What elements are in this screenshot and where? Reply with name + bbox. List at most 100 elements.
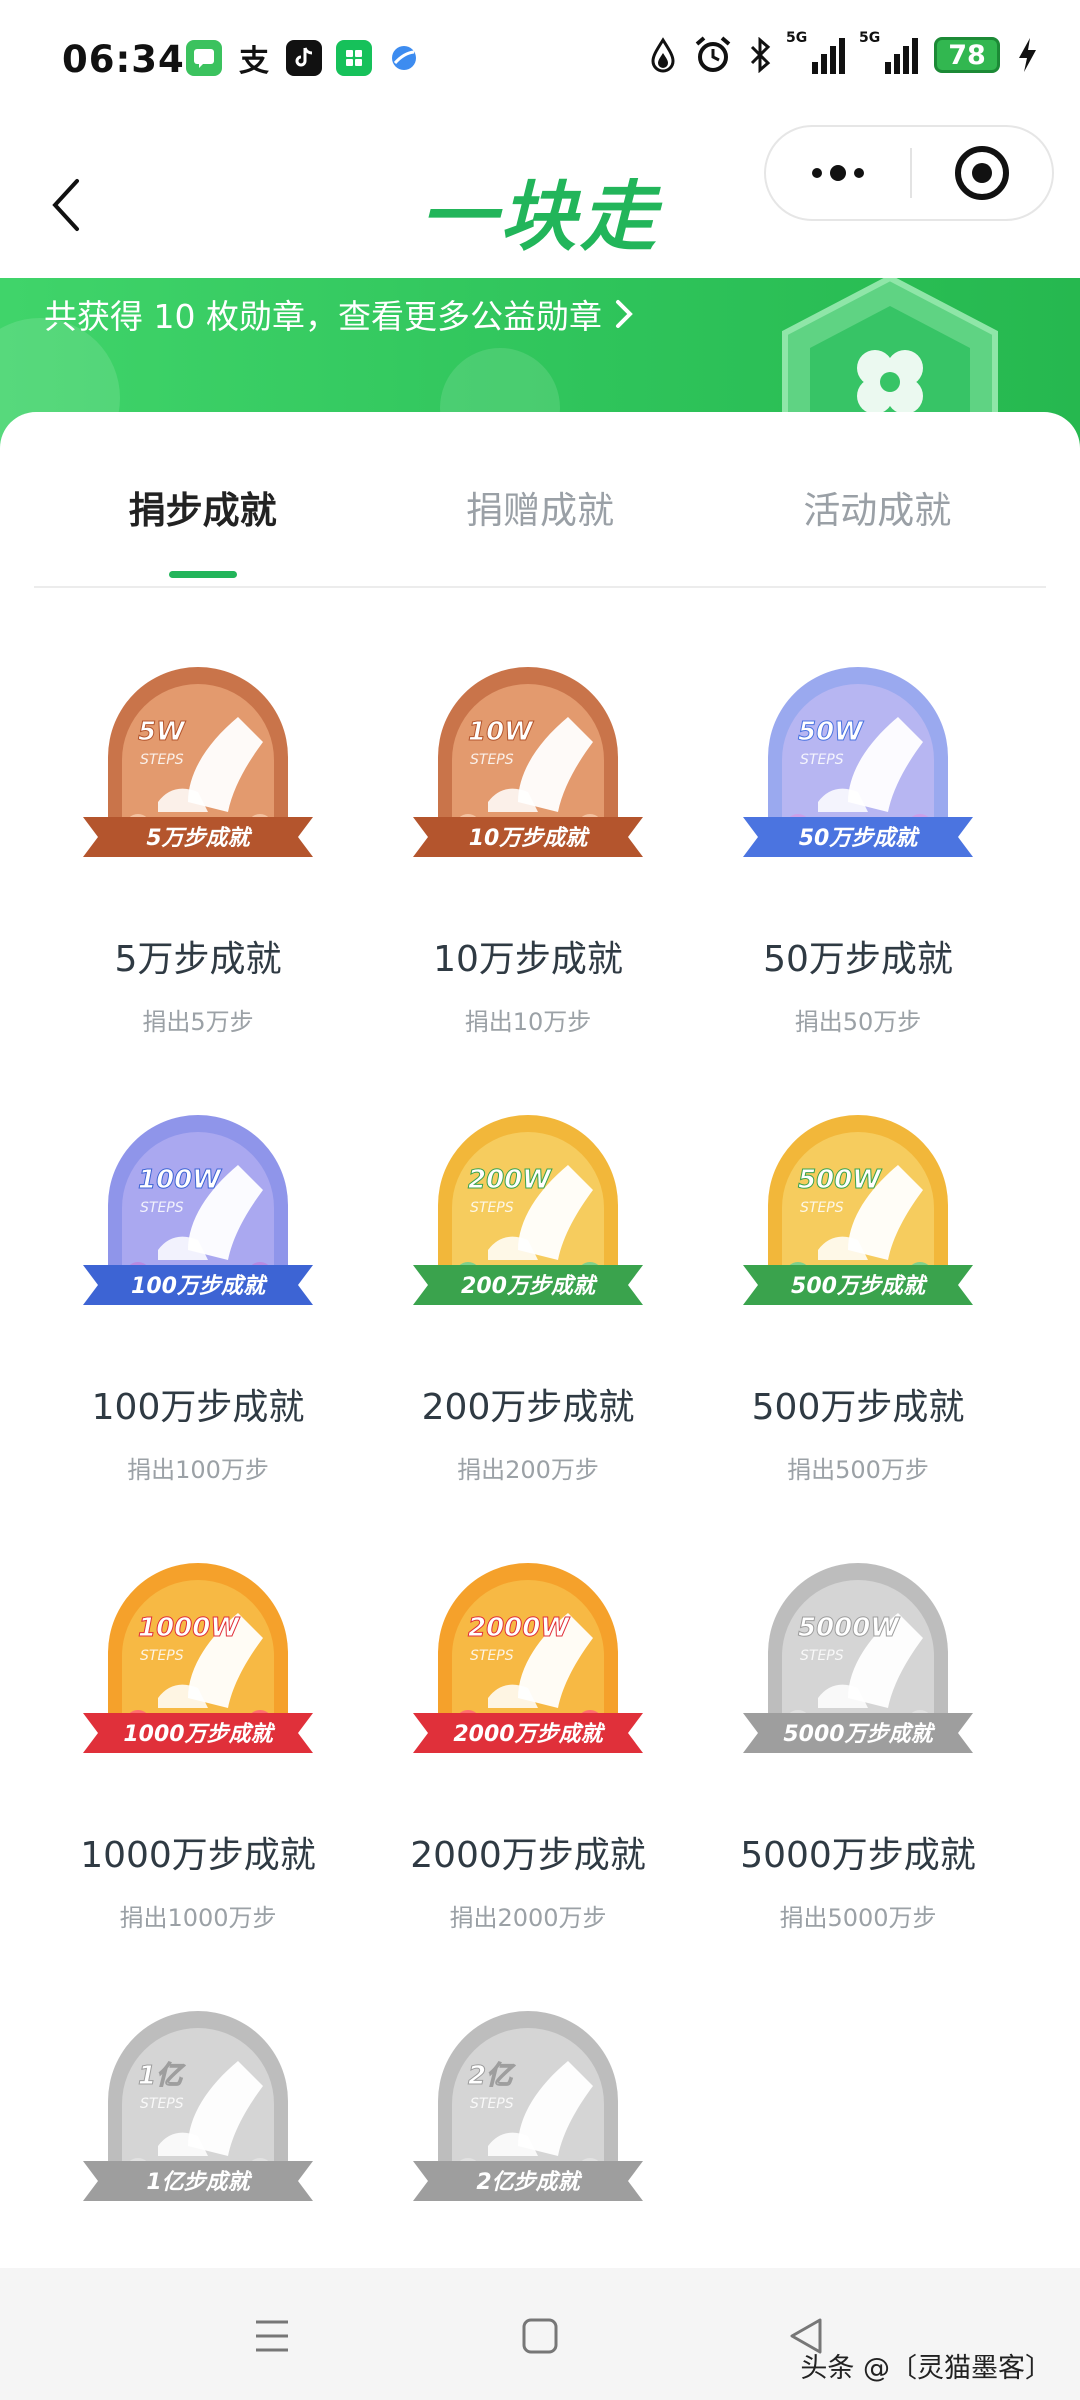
douyin-icon [286, 40, 322, 76]
medal-item[interactable]: 1000W STEPS 1000万步成就 1000万步成就 捐出1000万步 [33, 1558, 363, 1933]
tab-activity-achievement[interactable]: 活动成就 [709, 452, 1046, 586]
svg-text:STEPS: STEPS [800, 1648, 844, 1664]
banner-text: 共获得 10 枚勋章，查看更多公益勋章 [44, 297, 602, 336]
svg-text:2000万步成就: 2000万步成就 [453, 1721, 605, 1747]
close-button[interactable] [912, 146, 1052, 200]
shoe-medal-icon: 10W STEPS 10万步成就 [413, 667, 643, 857]
medal-badge: 200W STEPS 200万步成就 [408, 1110, 648, 1340]
medal-item[interactable]: 1亿 STEPS 1亿步成就 [33, 2006, 363, 2236]
shoe-medal-icon: 5000W STEPS 5000万步成就 [743, 1563, 973, 1753]
system-navigation-bar: 头条 @〔灵猫墨客〕 [0, 2268, 1080, 2400]
medal-name: 100万步成就 [91, 1387, 305, 1428]
medal-badge: 50W STEPS 50万步成就 [738, 662, 978, 892]
medal-name: 5万步成就 [114, 939, 282, 980]
more-dot-icon [830, 165, 846, 181]
alipay-icon: 支 [239, 44, 269, 79]
status-bar: 06:34 支 5G 5G 78 [0, 0, 1080, 125]
medal-badge: 500W STEPS 500万步成就 [738, 1110, 978, 1340]
medal-item[interactable]: 200W STEPS 200万步成就 200万步成就 捐出200万步 [363, 1110, 693, 1485]
charging-icon [1019, 38, 1036, 72]
medal-badge: 100W STEPS 100万步成就 [78, 1110, 318, 1340]
medal-badge: 1亿 STEPS 1亿步成就 [78, 2006, 318, 2236]
medal-item[interactable]: 5000W STEPS 5000万步成就 5000万步成就 捐出5000万步 [693, 1558, 1023, 1933]
medal-badge: 2000W STEPS 2000万步成就 [408, 1558, 648, 1788]
medal-description: 捐出200万步 [457, 1456, 599, 1484]
medal-description: 捐出1000万步 [119, 1904, 277, 1932]
medal-name: 2000万步成就 [410, 1835, 646, 1876]
battery-indicator: 78 [934, 37, 1000, 73]
shoe-medal-icon: 500W STEPS 500万步成就 [743, 1115, 973, 1305]
medal-item[interactable]: 100W STEPS 100万步成就 100万步成就 捐出100万步 [33, 1110, 363, 1485]
medal-badge: 5000W STEPS 5000万步成就 [738, 1558, 978, 1788]
alarm-icon [695, 36, 731, 72]
tab-step-achievement[interactable]: 捐步成就 [34, 452, 371, 586]
medal-badge: 2亿 STEPS 2亿步成就 [408, 2006, 648, 2236]
target-close-icon [955, 146, 1009, 200]
svg-text:1000W: 1000W [138, 1613, 240, 1643]
svg-text:5000W: 5000W [798, 1613, 900, 1643]
mini-program-capsule [764, 125, 1054, 221]
more-button[interactable] [766, 127, 910, 219]
medal-name: 10万步成就 [433, 939, 623, 980]
medal-item[interactable]: 5W STEPS 5万步成就 5万步成就 捐出5万步 [33, 662, 363, 1037]
svg-text:500万步成就: 500万步成就 [791, 1273, 928, 1299]
medal-description: 捐出2000万步 [449, 1904, 607, 1932]
svg-text:200W: 200W [468, 1165, 552, 1195]
medal-item[interactable]: 500W STEPS 500万步成就 500万步成就 捐出500万步 [693, 1110, 1023, 1485]
shoe-medal-icon: 2000W STEPS 2000万步成就 [413, 1563, 643, 1753]
shoe-medal-icon: 200W STEPS 200万步成就 [413, 1115, 643, 1305]
medal-description: 捐出100万步 [127, 1456, 269, 1484]
svg-text:STEPS: STEPS [140, 2096, 184, 2112]
shoe-medal-icon: 5W STEPS 5万步成就 [83, 667, 313, 857]
home-square-icon [522, 2318, 558, 2354]
shoe-medal-icon: 50W STEPS 50万步成就 [743, 667, 973, 857]
watermark-text: 头条 @〔灵猫墨客〕 [800, 2353, 1052, 2384]
svg-text:50W: 50W [798, 717, 864, 747]
system-status: 5G 5G 78 [648, 30, 1038, 74]
bluetooth-icon [750, 37, 771, 73]
svg-text:STEPS: STEPS [140, 1648, 184, 1664]
svg-text:STEPS: STEPS [470, 2096, 514, 2112]
svg-text:5W: 5W [138, 717, 186, 747]
medal-description: 捐出500万步 [787, 1456, 929, 1484]
svg-text:STEPS: STEPS [140, 1200, 184, 1216]
medal-description: 捐出10万步 [464, 1008, 592, 1036]
notification-icons: 支 [186, 40, 422, 79]
svg-text:STEPS: STEPS [800, 1200, 844, 1216]
medal-name: 500万步成就 [751, 1387, 965, 1428]
medal-item[interactable]: 2000W STEPS 2000万步成就 2000万步成就 捐出2000万步 [363, 1558, 693, 1933]
menu-icon [256, 2320, 288, 2352]
header: 一块走 [0, 125, 1080, 280]
medal-badge: 5W STEPS 5万步成就 [78, 662, 318, 892]
svg-text:1000万步成就: 1000万步成就 [123, 1721, 275, 1747]
mini-app-icon [336, 40, 372, 76]
svg-text:100W: 100W [138, 1165, 222, 1195]
shoe-medal-icon: 2亿 STEPS 2亿步成就 [413, 2011, 643, 2201]
medal-name: 50万步成就 [763, 939, 953, 980]
medal-description: 捐出5000万步 [779, 1904, 937, 1932]
svg-text:1亿: 1亿 [138, 2061, 186, 2091]
more-dot-icon [812, 168, 822, 178]
menu-nav-button[interactable] [242, 2308, 302, 2364]
svg-text:1亿步成就: 1亿步成就 [146, 2169, 252, 2195]
medal-description: 捐出5万步 [142, 1008, 254, 1036]
tab-donation-achievement[interactable]: 捐赠成就 [371, 452, 708, 586]
signal-2-icon: 5G [859, 30, 918, 74]
svg-text:STEPS: STEPS [470, 752, 514, 768]
more-dot-icon [854, 168, 864, 178]
medal-name: 5000万步成就 [740, 1835, 976, 1876]
tab-bar: 捐步成就 捐赠成就 活动成就 [34, 452, 1046, 588]
medal-item[interactable]: 2亿 STEPS 2亿步成就 [363, 2006, 693, 2236]
medal-item[interactable]: 10W STEPS 10万步成就 10万步成就捐出10万步 [363, 662, 693, 1037]
medal-badge: 10W STEPS 10万步成就 [408, 662, 648, 892]
home-nav-button[interactable] [510, 2308, 570, 2364]
medal-item[interactable]: 50W STEPS 50万步成就 50万步成就 捐出50万步 [693, 662, 1023, 1037]
svg-text:STEPS: STEPS [140, 752, 184, 768]
svg-text:2000W: 2000W [468, 1613, 570, 1643]
shoe-medal-icon: 1亿 STEPS 1亿步成就 [83, 2011, 313, 2201]
banner-link[interactable]: 共获得 10 枚勋章，查看更多公益勋章 [44, 290, 634, 338]
svg-text:50万步成就: 50万步成就 [799, 825, 921, 851]
svg-text:200万步成就: 200万步成就 [461, 1273, 598, 1299]
svg-text:100万步成就: 100万步成就 [131, 1273, 268, 1299]
signal-1-icon: 5G [786, 30, 845, 74]
